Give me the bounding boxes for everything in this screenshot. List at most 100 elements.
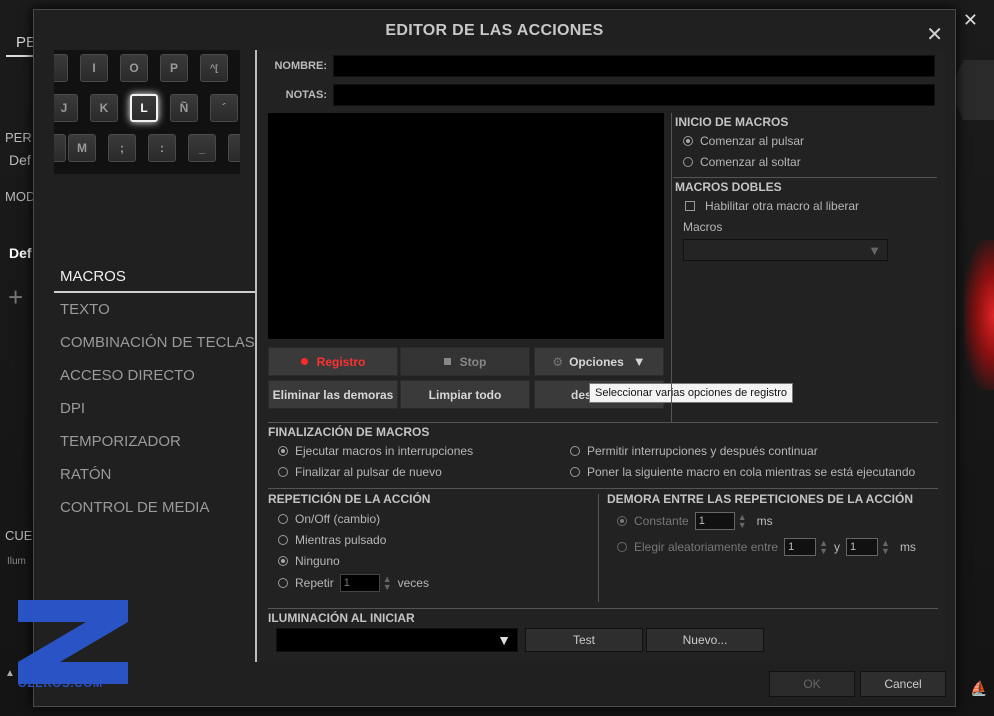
notes-input[interactable] (333, 84, 935, 106)
nav-item-acceso-directo[interactable]: ACCESO DIRECTO (54, 359, 256, 392)
delay-random-min-stepper[interactable]: 1 ▲ ▼ (784, 538, 828, 556)
enable-release-macro-option[interactable]: Habilitar otra macro al liberar (685, 199, 859, 213)
nav-item-temporizador[interactable]: TEMPORIZADOR (54, 425, 256, 458)
delay-random-max-stepper[interactable]: 1 ▲ ▼ (846, 538, 890, 556)
stop-button[interactable]: Stop (400, 347, 530, 376)
new-lighting-button[interactable]: Nuevo... (646, 628, 764, 652)
delay-random-label: Elegir aleatoriamente entre (634, 540, 779, 554)
radio-delay-constant[interactable] (617, 516, 627, 526)
nav-item-control-media[interactable]: CONTROL DE MEDIA (54, 491, 256, 524)
watermark-text: OZEROS.COM (18, 678, 104, 690)
key-l-selected[interactable]: L (130, 94, 158, 122)
radio-delay-random[interactable] (617, 542, 627, 552)
repeat-toggle-option[interactable]: On/Off (cambio) (278, 512, 380, 526)
close-icon[interactable]: ✕ (926, 22, 943, 47)
delay-and-label: y (834, 540, 841, 554)
finalize-option-4[interactable]: Poner la siguiente macro en cola mientra… (570, 465, 915, 479)
record-dot-icon (300, 358, 308, 365)
radio-finalize-3[interactable] (570, 446, 580, 456)
repeat-count-input[interactable]: 1 (339, 574, 380, 592)
repeat-none-option[interactable]: Ninguno (278, 554, 340, 568)
ok-button[interactable]: OK (769, 671, 855, 697)
nav-item-dpi[interactable]: DPI (54, 392, 256, 425)
key-colon[interactable]: : (148, 134, 176, 162)
name-input[interactable] (333, 55, 935, 77)
record-button[interactable]: Registro (268, 347, 398, 376)
repeat-count-label: Repetir (295, 576, 334, 590)
options-button[interactable]: ⚙ Opciones ▼ (534, 347, 664, 376)
key-j[interactable]: J (54, 94, 78, 122)
key-partial[interactable] (54, 54, 68, 82)
spinner-arrows-icon[interactable]: ▲ ▼ (383, 575, 392, 592)
key-p[interactable]: P (160, 54, 188, 82)
delay-random-min-input[interactable]: 1 (784, 538, 817, 556)
lighting-select[interactable]: ▼ (276, 628, 518, 652)
key-bracket[interactable]: ^[ (200, 54, 228, 82)
key-k[interactable]: K (90, 94, 118, 122)
nav-item-combinacion-teclas[interactable]: COMBINACIÓN DE TECLAS (54, 326, 256, 359)
key-semicolon[interactable]: ; (108, 134, 136, 162)
delay-constant-unit: ms (756, 514, 773, 528)
nav-item-macros[interactable]: MACROS (54, 260, 256, 293)
radio-finalize-1[interactable] (278, 446, 288, 456)
delay-constant-input[interactable]: 1 (694, 512, 735, 530)
nav-item-raton[interactable]: RATÓN (54, 458, 256, 491)
key-m[interactable]: M (68, 134, 96, 162)
delay-constant-stepper[interactable]: 1 ▲ ▼ (694, 512, 747, 530)
start-on-press-option[interactable]: Comenzar al pulsar (683, 134, 804, 148)
bg-tab-underline (6, 55, 34, 57)
clear-all-button[interactable]: Limpiar todo (400, 380, 530, 409)
remove-delays-button[interactable]: Eliminar las demoras (268, 380, 398, 409)
cancel-button[interactable]: Cancel (860, 671, 946, 697)
gear-icon: ⚙ (552, 354, 564, 369)
macro-event-list[interactable] (268, 113, 664, 339)
key-partial-3[interactable] (228, 134, 240, 162)
spinner-arrows-icon[interactable]: ▲ ▼ (738, 513, 747, 530)
name-row: NOMBRE: (257, 54, 935, 78)
divider (268, 422, 938, 423)
key-partial-2[interactable] (54, 134, 66, 162)
radio-repeat-toggle[interactable] (278, 514, 288, 524)
start-on-press-label: Comenzar al pulsar (700, 134, 805, 148)
bg-close-icon[interactable]: ✕ (963, 10, 978, 31)
finalize-option-2[interactable]: Finalizar al pulsar de nuevo (278, 465, 442, 479)
finalization-title: FINALIZACIÓN DE MACROS (268, 425, 430, 439)
notes-label: NOTAS: (285, 89, 327, 101)
checkbox-release-macro[interactable] (685, 201, 695, 211)
radio-repeat-count[interactable] (278, 578, 288, 588)
finalize-label-1: Ejecutar macros in interrupciones (295, 444, 474, 458)
bg-up-arrow-icon[interactable]: ▲ (5, 668, 15, 679)
right-panel-divider (671, 113, 672, 423)
repeat-toggle-label: On/Off (cambio) (295, 512, 381, 526)
name-label: NOMBRE: (274, 60, 327, 72)
delay-random-max-input[interactable]: 1 (846, 538, 879, 556)
finalize-option-1[interactable]: Ejecutar macros in interrupciones (278, 444, 473, 458)
nav-item-texto[interactable]: TEXTO (54, 293, 256, 326)
key-o[interactable]: O (120, 54, 148, 82)
key-enye[interactable]: Ñ (170, 94, 198, 122)
key-underscore[interactable]: _ (188, 134, 216, 162)
delay-random-option[interactable]: Elegir aleatoriamente entre 1 ▲ ▼ y 1 ▲ ▼ … (617, 538, 916, 556)
key-accent[interactable]: ´ (210, 94, 238, 122)
radio-finalize-4[interactable] (570, 467, 580, 477)
key-i[interactable]: I (80, 54, 108, 82)
radio-start-press[interactable] (683, 136, 693, 146)
start-on-release-option[interactable]: Comenzar al soltar (683, 155, 801, 169)
finalize-option-3[interactable]: Permitir interrupciones y después contin… (570, 444, 818, 458)
record-label: Registro (316, 354, 366, 369)
bg-add-icon[interactable]: + (8, 282, 23, 313)
radio-start-release[interactable] (683, 157, 693, 167)
test-button[interactable]: Test (525, 628, 643, 652)
repeat-count-stepper[interactable]: 1 ▲ ▼ (339, 574, 392, 592)
delay-constant-option[interactable]: Constante 1 ▲ ▼ ms (617, 512, 773, 530)
divider (268, 488, 938, 489)
repeat-while-pressed-option[interactable]: Mientras pulsado (278, 533, 386, 547)
macros-select[interactable]: ▼ (683, 239, 888, 261)
repeat-count-option[interactable]: Repetir 1 ▲ ▼ veces (278, 574, 429, 592)
radio-finalize-2[interactable] (278, 467, 288, 477)
spinner-arrows-icon[interactable]: ▲ ▼ (881, 539, 890, 556)
spinner-arrows-icon[interactable]: ▲ ▼ (819, 539, 828, 556)
radio-repeat-while-pressed[interactable] (278, 535, 288, 545)
radio-repeat-none[interactable] (278, 556, 288, 566)
repeat-unit-label: veces (397, 576, 429, 590)
